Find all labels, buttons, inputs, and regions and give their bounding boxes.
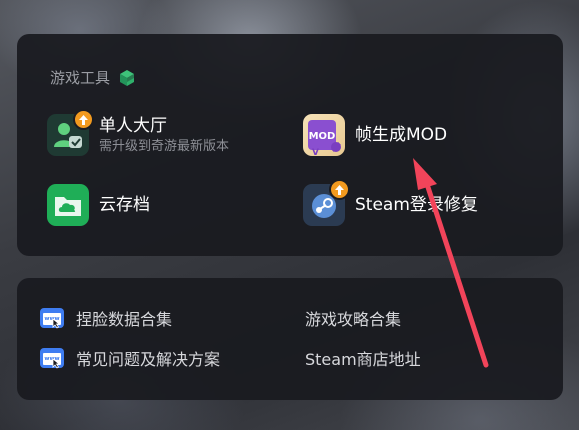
tool-single-player-lobby[interactable]: 单人大厅 需升级到奇游最新版本 [47,109,230,156]
tool-name: Steam登录修复 [355,195,478,215]
game-tools-panel: 游戏工具 单人大厅 需升级到奇游最新版本 MOD V 帧生成MOD 云存档 St… [17,34,563,256]
single-player-icon [47,109,94,156]
link-label: 常见问题及解决方案 [76,350,221,369]
tool-frame-generation-mod[interactable]: MOD V 帧生成MOD [303,114,448,158]
svg-text:MOD: MOD [309,131,336,142]
svg-text:www: www [44,356,59,362]
www-icon: www [40,308,64,329]
tool-name: 云存档 [99,195,150,215]
mod-icon: MOD V [303,114,345,158]
upgrade-badge [73,109,94,130]
tool-steam-login-fix[interactable]: Steam登录修复 [303,179,478,226]
tool-name: 单人大厅 [99,115,167,136]
link-face-data-collection[interactable]: www 捏脸数据合集 [40,306,172,330]
www-icon: www [40,348,64,369]
link-label: Steam商店地址 [305,350,421,369]
steam-icon [303,179,350,226]
section-title-label: 游戏工具 [50,69,111,87]
section-title: 游戏工具 [50,67,136,88]
link-label: 捏脸数据合集 [76,310,173,329]
link-faq-solutions[interactable]: www 常见问题及解决方案 [40,346,220,370]
cloud-save-icon [47,184,89,226]
tool-cloud-save[interactable]: 云存档 [47,184,150,226]
svg-text:V: V [312,148,319,156]
tool-name: 帧生成MOD [355,125,448,145]
link-game-guides[interactable]: 游戏攻略合集 [305,306,401,330]
link-steam-store-address[interactable]: Steam商店地址 [305,346,421,370]
svg-text:www: www [44,316,59,322]
link-label: 游戏攻略合集 [305,310,402,329]
links-panel: www 捏脸数据合集 游戏攻略合集 www 常见问题及解决方案 Steam商店地… [17,278,563,400]
tool-subtitle: 需升级到奇游最新版本 [99,138,230,154]
cube-icon [120,69,135,86]
upgrade-badge [329,179,350,200]
